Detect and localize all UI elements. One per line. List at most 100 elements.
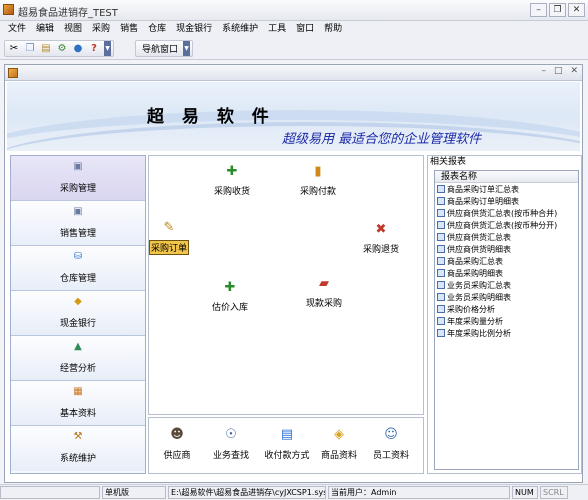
menu-purchase[interactable]: 采购 [87, 21, 115, 38]
menu-file[interactable]: 文件 [3, 21, 31, 38]
sidebar-item-warehouse[interactable]: ⛁ 仓库管理 [11, 246, 145, 291]
brand-name: 超 易 软 件 [147, 107, 275, 127]
chevron-down-icon[interactable]: ▼ [104, 41, 111, 56]
reports-column-header[interactable]: 报表名称 [435, 171, 578, 183]
report-item[interactable]: 年度采购量分析 [435, 315, 578, 327]
menu-cash-bank[interactable]: 现金银行 [171, 21, 217, 38]
paste-icon[interactable]: ▤ [39, 42, 53, 56]
workspace-item-payment[interactable]: ▮ 采购付款 [293, 160, 343, 198]
settings-icon[interactable]: ⚙ [55, 42, 69, 56]
title-bar: 超易食品进销存_TEST – ❐ ✕ [0, 0, 588, 21]
order-icon: ✎ [163, 219, 175, 235]
shortcut-payment-method[interactable]: ▤ 收付款方式 [259, 423, 315, 462]
copy-icon[interactable]: ❐ [23, 42, 37, 56]
cash-icon: ◆ [74, 296, 82, 307]
app-icon [3, 4, 14, 15]
status-mode: 单机版 [102, 486, 166, 499]
warehouse-icon: ⛁ [73, 251, 83, 262]
child-restore-button[interactable]: □ [554, 66, 563, 76]
purchase-workspace: ✚ 采购收货 ▮ 采购付款 ✎ 采购订单 ✖ 采购退货 ✚ 估价入库 ▰ 现款采… [148, 155, 424, 415]
report-item[interactable]: 供应商供货汇总表(按币种分开) [435, 219, 578, 231]
estimate-icon: ✚ [224, 279, 236, 295]
status-num: NUM [512, 486, 538, 499]
navigation-toolbar: 导航窗口 ▼ [135, 40, 194, 57]
menu-warehouse[interactable]: 仓库 [143, 21, 171, 38]
report-item[interactable]: 商品采购明细表 [435, 267, 578, 279]
product-icon: ◈ [334, 426, 344, 442]
cash-purchase-icon: ▰ [319, 275, 329, 291]
report-item[interactable]: 业务员采购明细表 [435, 291, 578, 303]
report-icon [437, 221, 445, 229]
report-item[interactable]: 供应商供货汇总表(按币种合并) [435, 207, 578, 219]
payment-method-icon: ▤ [280, 426, 294, 442]
sidebar-item-cash-bank[interactable]: ◆ 现金银行 [11, 291, 145, 336]
report-icon [437, 293, 445, 301]
standard-toolbar: ✂ ❐ ▤ ⚙ ● ? ▼ [4, 40, 114, 57]
receive-icon: ✚ [226, 163, 238, 179]
staff-icon: ☺ [384, 426, 398, 442]
related-reports-panel: 相关报表 报表名称 商品采购订单汇总表 商品采购订单明细表 供应商供货汇总表(按… [427, 155, 582, 474]
report-item[interactable]: 商品采购订单明细表 [435, 195, 578, 207]
restore-button[interactable]: ❐ [549, 3, 566, 17]
report-item[interactable]: 采购价格分析 [435, 303, 578, 315]
workspace-item-order[interactable]: ✎ 采购订单 [149, 216, 189, 255]
report-icon [437, 317, 445, 325]
cut-icon[interactable]: ✂ [7, 42, 21, 56]
report-icon [437, 269, 445, 277]
report-item[interactable]: 商品采购汇总表 [435, 255, 578, 267]
search-icon: ☉ [225, 426, 237, 442]
report-icon [437, 245, 445, 253]
report-icon [437, 209, 445, 217]
menu-system[interactable]: 系统维护 [217, 21, 263, 38]
sidebar-item-sales[interactable]: ▣ 销售管理 [11, 201, 145, 246]
workspace-item-estimate[interactable]: ✚ 估价入库 [205, 276, 255, 314]
close-button[interactable]: ✕ [568, 3, 585, 17]
payment-icon: ▮ [314, 163, 322, 179]
globe-icon[interactable]: ● [71, 42, 85, 56]
navigation-window: – □ ✕ 超 易 软 件 超级易用 最适合您的企业管理软件 ▣ 采购管理 ▣ … [4, 64, 583, 483]
help-icon[interactable]: ? [87, 42, 101, 56]
menu-sales[interactable]: 销售 [115, 21, 143, 38]
minimize-button[interactable]: – [530, 3, 547, 17]
reports-list: 报表名称 商品采购订单汇总表 商品采购订单明细表 供应商供货汇总表(按币种合并)… [434, 170, 579, 470]
workspace-item-receive[interactable]: ✚ 采购收货 [207, 160, 257, 198]
chevron-down-icon[interactable]: ▼ [183, 41, 191, 56]
report-item[interactable]: 供应商供货汇总表 [435, 231, 578, 243]
sales-icon: ▣ [73, 206, 83, 217]
menu-view[interactable]: 视图 [59, 21, 87, 38]
banner: 超 易 软 件 超级易用 最适合您的企业管理软件 [7, 82, 580, 151]
sidebar-item-system[interactable]: ⚒ 系统维护 [11, 426, 145, 471]
sidebar-item-analysis[interactable]: ▲ 经营分析 [11, 336, 145, 381]
child-close-button[interactable]: ✕ [570, 66, 578, 76]
menu-window[interactable]: 窗口 [291, 21, 319, 38]
shortcut-search[interactable]: ☉ 业务查找 [207, 423, 255, 462]
cart-icon: ▣ [73, 161, 83, 172]
status-scrl: SCRL [540, 486, 568, 499]
return-icon: ✖ [375, 221, 387, 237]
sidebar-item-basic-data[interactable]: ▦ 基本资料 [11, 381, 145, 426]
report-item[interactable]: 业务员采购汇总表 [435, 279, 578, 291]
sidebar-item-purchase[interactable]: ▣ 采购管理 [11, 156, 145, 201]
child-title-bar: – □ ✕ [5, 65, 582, 81]
report-item[interactable]: 供应商供货明细表 [435, 243, 578, 255]
report-item[interactable]: 商品采购订单汇总表 [435, 183, 578, 195]
supplier-icon: ☻ [170, 426, 184, 442]
workspace-item-cash-purchase[interactable]: ▰ 现款采购 [299, 272, 349, 310]
tools-icon: ⚒ [73, 431, 83, 442]
menu-edit[interactable]: 编辑 [31, 21, 59, 38]
shortcut-supplier[interactable]: ☻ 供应商 [157, 423, 197, 462]
report-icon [437, 329, 445, 337]
report-icon [437, 281, 445, 289]
shortcut-staff[interactable]: ☺ 员工资料 [369, 423, 413, 462]
shortcut-product[interactable]: ◈ 商品资料 [317, 423, 361, 462]
menu-tools[interactable]: 工具 [263, 21, 291, 38]
nav-window-button[interactable]: 导航窗口 [138, 42, 182, 55]
report-item[interactable]: 年度采购比例分析 [435, 327, 578, 339]
child-minimize-button[interactable]: – [541, 66, 546, 76]
workspace-item-return[interactable]: ✖ 采购退货 [357, 218, 405, 256]
reports-title: 相关报表 [430, 157, 467, 167]
shortcut-bar: ☻ 供应商 ☉ 业务查找 ▤ 收付款方式 ◈ 商品资料 ☺ 员工资料 [148, 417, 424, 474]
database-icon: ▦ [73, 386, 83, 397]
status-empty [0, 486, 100, 499]
menu-help[interactable]: 帮助 [319, 21, 347, 38]
